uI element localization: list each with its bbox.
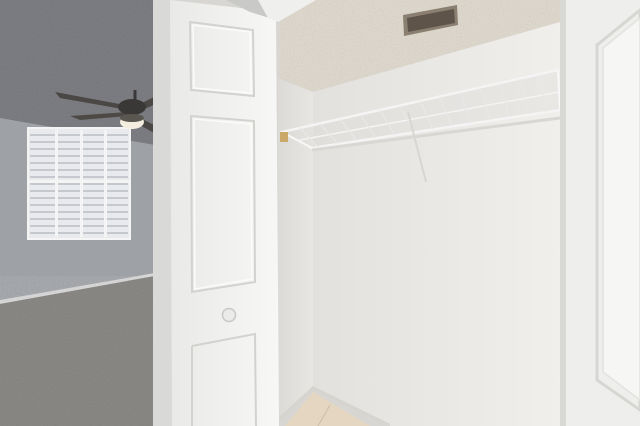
window: [27, 127, 131, 240]
left-bifold-door: [153, 0, 279, 426]
door-knob: [221, 307, 237, 323]
right-bifold-door: [560, 0, 640, 426]
shelf-bracket: [280, 132, 288, 142]
photo-scene: [0, 0, 640, 426]
scene-svg: [0, 0, 640, 426]
